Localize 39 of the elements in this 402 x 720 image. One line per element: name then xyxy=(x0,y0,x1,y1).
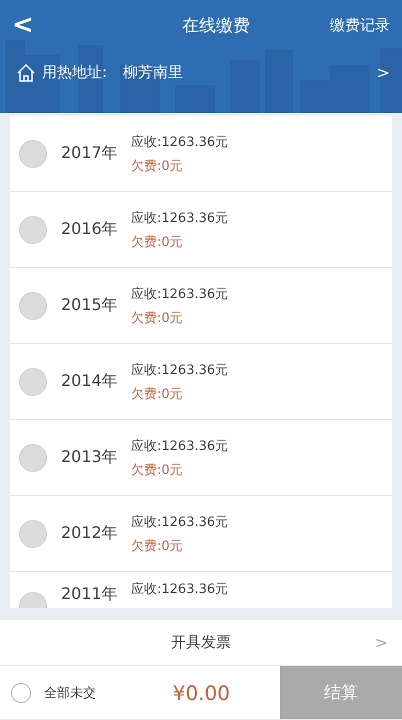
bill-year: 2017年 xyxy=(61,143,119,164)
amount-owed: 欠费:0元 xyxy=(131,538,184,554)
amount-due: 应收:1263.36元 xyxy=(131,438,228,454)
invoice-label: 开具发票 xyxy=(171,633,231,652)
amount-owed: 欠费:0元 xyxy=(131,158,184,174)
amount-owed: 欠费:0元 xyxy=(131,234,184,250)
invoice-row[interactable]: 开具发票 > xyxy=(0,620,402,666)
select-all-label: 全部未交 xyxy=(44,684,97,702)
total-amount: ¥0.00 xyxy=(172,680,230,704)
radio-button[interactable] xyxy=(19,444,47,472)
amount-owed: 欠费:0元 xyxy=(131,462,184,478)
chevron-icon[interactable]: > xyxy=(376,63,390,82)
bill-year: 2014年 xyxy=(61,371,119,392)
select-all-checkbox[interactable] xyxy=(11,682,31,702)
bill-year: 2016年 xyxy=(61,219,119,240)
amount-due: 应收:1263.36元 xyxy=(131,514,228,530)
amount-due: 应收:1263.36元 xyxy=(131,210,228,226)
radio-button[interactable] xyxy=(19,292,47,320)
address-value[interactable]: 柳芳南里 xyxy=(123,63,371,82)
radio-button[interactable] xyxy=(19,216,47,244)
bill-year: 2013年 xyxy=(61,447,119,468)
home-icon xyxy=(16,62,36,82)
amount-due: 应收:1263.36元 xyxy=(131,581,228,598)
bill-year: 2011年 xyxy=(61,584,119,605)
bill-year: 2012年 xyxy=(61,523,119,544)
radio-button[interactable] xyxy=(19,368,47,396)
back-button[interactable]: < xyxy=(12,10,62,40)
radio-button[interactable] xyxy=(19,520,47,548)
address-label: 用热地址: xyxy=(42,63,108,82)
payment-records-link[interactable]: 缴费记录 xyxy=(330,16,390,34)
radio-button[interactable] xyxy=(19,140,47,168)
amount-due: 应收:1263.36元 xyxy=(131,286,228,302)
amount-owed: 欠费:0元 xyxy=(131,310,184,326)
amount-owed: 欠费:0元 xyxy=(131,386,184,402)
amount-due: 应收:1263.36元 xyxy=(131,134,228,150)
page-title: 在线缴费 xyxy=(181,14,251,36)
bill-year: 2015年 xyxy=(61,295,119,316)
amount-due: 应收:1263.36元 xyxy=(131,362,228,378)
chevron-icon: > xyxy=(374,633,388,652)
